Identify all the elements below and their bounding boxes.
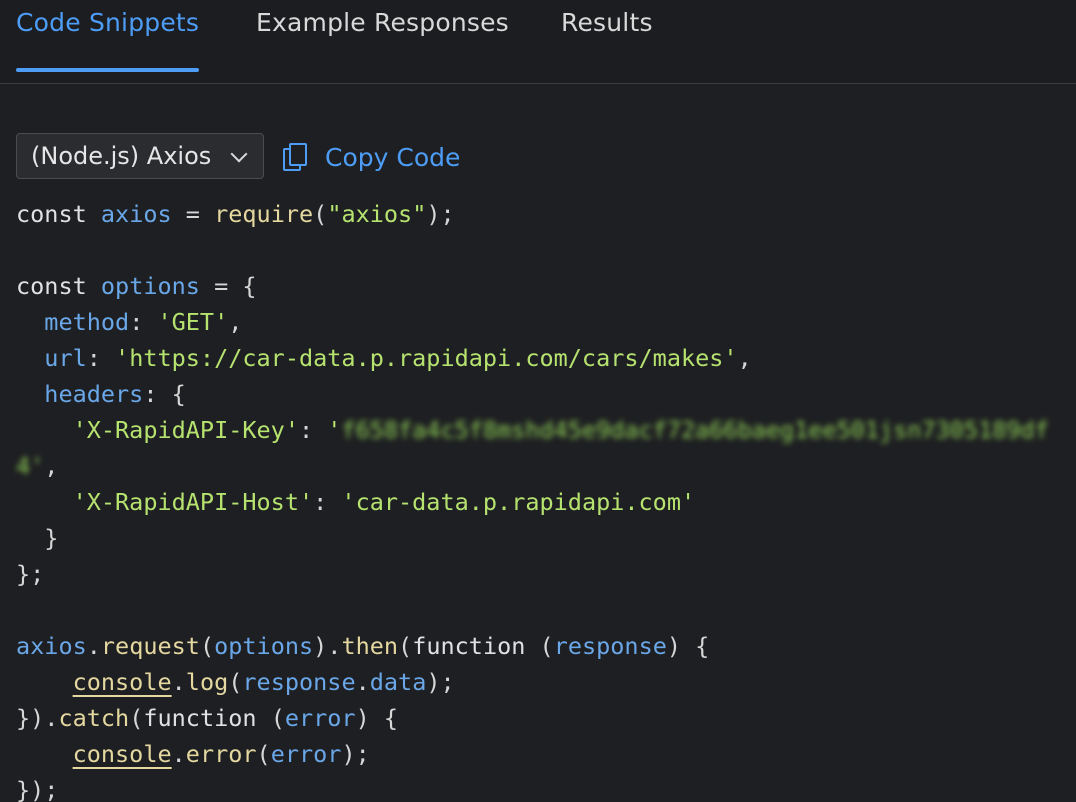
tab-example-responses-label: Example Responses (256, 8, 509, 37)
tab-code-snippets-label: Code Snippets (16, 8, 200, 37)
tab-results[interactable]: Results (561, 8, 653, 70)
language-select-value: (Node.js) Axios (31, 142, 212, 170)
language-select[interactable]: (Node.js) Axios (16, 133, 264, 179)
chevron-down-icon (230, 145, 248, 163)
redacted-api-key: f658fa4c5f8mshd45e9dacf72a66baeg1ee501js… (341, 416, 1049, 444)
code-block[interactable]: const axios = require("axios"); const op… (16, 196, 1049, 802)
tab-code-snippets[interactable]: Code Snippets (16, 8, 200, 72)
copy-icon (283, 143, 307, 171)
tab-example-responses[interactable]: Example Responses (256, 8, 509, 70)
tab-results-label: Results (561, 8, 653, 37)
copy-code-label: Copy Code (325, 142, 461, 172)
active-tab-indicator (16, 68, 200, 72)
copy-code-button[interactable]: Copy Code (283, 135, 460, 179)
tab-bar: Code Snippets Example Responses Results (0, 0, 1076, 84)
